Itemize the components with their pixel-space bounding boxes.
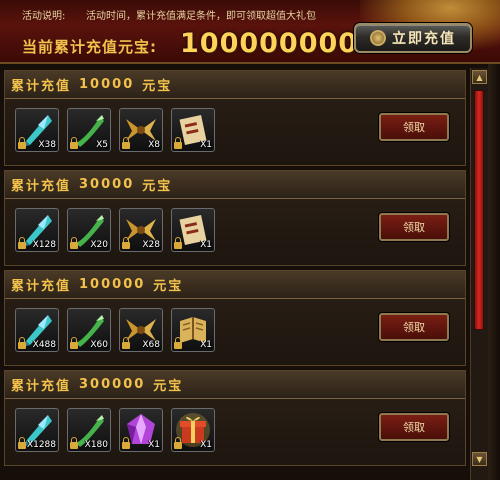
reward-slot[interactable]: X1 [171, 308, 215, 352]
lock-icon [174, 437, 182, 449]
item-quantity: X128 [32, 240, 56, 250]
reward-slot[interactable]: X1 [171, 408, 215, 452]
reward-slot[interactable]: X68 [119, 308, 163, 352]
reward-slot[interactable]: X128 [15, 208, 59, 252]
item-quantity: X60 [90, 340, 108, 350]
recharge-now-label: 立即充值 [392, 31, 456, 47]
item-quantity: X1 [148, 440, 160, 450]
reward-slot[interactable]: X60 [67, 308, 111, 352]
tier-title: 累计充值 100000 元宝 [5, 271, 465, 299]
reward-tier: 累计充值 30000 元宝 X128 X20 X28 X1 领取 [4, 170, 466, 266]
tier-prefix: 累计充值 [11, 179, 72, 194]
reward-slot[interactable]: X5 [67, 108, 111, 152]
tier-prefix: 累计充值 [11, 79, 72, 94]
tier-title: 累计充值 30000 元宝 [5, 171, 465, 199]
event-header: 活动说明: 活动时间，累计充值满足条件，即可领取超值大礼包 当前累计充值元宝: … [0, 0, 500, 64]
lock-icon [122, 337, 130, 349]
item-quantity: X180 [84, 440, 108, 450]
lock-icon [174, 137, 182, 149]
reward-tier-list: 累计充值 10000 元宝 X38 X5 X8 X1 领取 累计充值 30000… [0, 68, 470, 480]
lock-icon [70, 237, 78, 249]
item-quantity: X1 [200, 340, 212, 350]
scroll-down-arrow-icon[interactable]: ▼ [472, 452, 487, 466]
tier-unit: 元宝 [142, 79, 173, 94]
claim-button[interactable]: 领取 [379, 413, 449, 441]
item-quantity: X8 [148, 140, 160, 150]
reward-slot[interactable]: X8 [119, 108, 163, 152]
lock-icon [70, 437, 78, 449]
tier-prefix: 累计充值 [11, 379, 72, 394]
claim-button[interactable]: 领取 [379, 213, 449, 241]
lock-icon [18, 337, 26, 349]
tier-unit: 元宝 [142, 179, 173, 194]
lock-icon [122, 237, 130, 249]
reward-tier: 累计充值 300000 元宝 X1288 X180 X1 X1 领取 [4, 370, 466, 466]
scrollbar-thumb[interactable] [474, 90, 484, 330]
scroll-up-arrow-icon[interactable]: ▲ [472, 70, 487, 84]
item-quantity: X38 [38, 140, 56, 150]
claim-button[interactable]: 领取 [379, 313, 449, 341]
reward-slot[interactable]: X1 [119, 408, 163, 452]
item-quantity: X1 [200, 240, 212, 250]
lock-icon [18, 237, 26, 249]
reward-slot[interactable]: X180 [67, 408, 111, 452]
reward-tier: 累计充值 10000 元宝 X38 X5 X8 X1 领取 [4, 70, 466, 166]
tier-amount: 10000 [79, 77, 135, 92]
current-recharge-label: 当前累计充值元宝: [22, 38, 157, 56]
frame-edge [488, 64, 500, 480]
tier-unit: 元宝 [153, 279, 184, 294]
item-quantity: X28 [142, 240, 160, 250]
lock-icon [18, 137, 26, 149]
claim-button[interactable]: 领取 [379, 113, 449, 141]
tier-amount: 100000 [79, 277, 146, 292]
current-recharge-value: 100000000 [180, 28, 359, 59]
tier-amount: 30000 [79, 177, 135, 192]
item-quantity: X68 [142, 340, 160, 350]
item-quantity: X1 [200, 440, 212, 450]
reward-slot[interactable]: X1 [171, 108, 215, 152]
tier-prefix: 累计充值 [11, 279, 72, 294]
item-quantity: X20 [90, 240, 108, 250]
reward-slot[interactable]: X488 [15, 308, 59, 352]
reward-tier: 累计充值 100000 元宝 X488 X60 X68 X1 领取 [4, 270, 466, 366]
gem-icon [370, 30, 386, 46]
lock-icon [70, 337, 78, 349]
item-quantity: X5 [96, 140, 108, 150]
lock-icon [70, 137, 78, 149]
lock-icon [18, 437, 26, 449]
reward-slot[interactable]: X28 [119, 208, 163, 252]
tier-title: 累计充值 300000 元宝 [5, 371, 465, 399]
tier-unit: 元宝 [153, 379, 184, 394]
tier-amount: 300000 [79, 377, 146, 392]
event-description-label: 活动说明: [22, 11, 66, 22]
lock-icon [122, 437, 130, 449]
reward-slot[interactable]: X1288 [15, 408, 59, 452]
reward-slot[interactable]: X38 [15, 108, 59, 152]
item-quantity: X488 [32, 340, 56, 350]
reward-slot[interactable]: X20 [67, 208, 111, 252]
item-quantity: X1288 [26, 440, 56, 450]
tier-title: 累计充值 10000 元宝 [5, 71, 465, 99]
item-quantity: X1 [200, 140, 212, 150]
list-scrollbar[interactable]: ▲ ▼ [470, 68, 488, 480]
lock-icon [174, 337, 182, 349]
reward-slot[interactable]: X1 [171, 208, 215, 252]
lock-icon [122, 137, 130, 149]
event-description-text: 活动时间，累计充值满足条件，即可领取超值大礼包 [86, 11, 316, 22]
lock-icon [174, 237, 182, 249]
recharge-now-button[interactable]: 立即充值 [354, 23, 472, 53]
